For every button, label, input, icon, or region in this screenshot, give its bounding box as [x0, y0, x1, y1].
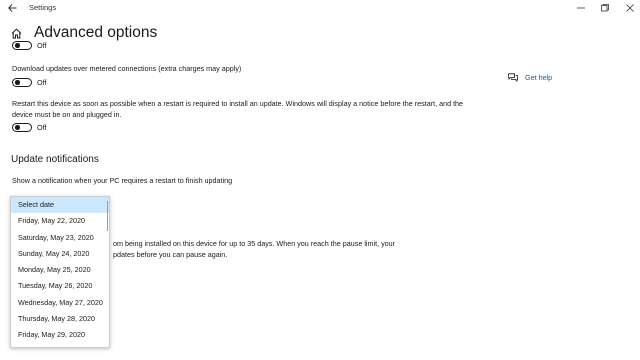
restart-toggle-row: Off: [12, 123, 46, 132]
dropdown-option[interactable]: Friday, May 29, 2020: [11, 327, 109, 343]
dropdown-option[interactable]: Select date: [11, 197, 109, 214]
page-title: Advanced options: [34, 24, 158, 41]
update-notifications-heading: Update notifications: [11, 154, 99, 165]
back-arrow-icon[interactable]: [4, 1, 20, 15]
title-bar: Settings: [0, 0, 640, 16]
metered-toggle-state: Off: [37, 78, 47, 87]
restart-toggle-state: Off: [37, 123, 47, 132]
pause-date-dropdown[interactable]: Select date Friday, May 22, 2020 Saturda…: [10, 196, 110, 348]
dropdown-option[interactable]: Monday, May 25, 2020: [11, 262, 109, 278]
metered-toggle-row: Off: [12, 78, 46, 87]
pause-description-line2: pdates before you can pause again.: [113, 250, 228, 259]
previous-setting-toggle-row: Off: [12, 41, 46, 50]
get-help-label: Get help: [525, 73, 553, 82]
home-icon[interactable]: [10, 27, 22, 39]
chat-bubble-icon: [508, 73, 518, 82]
restart-label-line1: Restart this device as soon as possible …: [12, 99, 464, 108]
close-icon[interactable]: [617, 0, 640, 16]
dropdown-option[interactable]: Tuesday, May 26, 2020: [11, 278, 109, 294]
pause-updates-description: om being installed on this device for up…: [113, 238, 395, 260]
dropdown-option[interactable]: Friday, May 22, 2020: [11, 213, 109, 229]
previous-setting-state: Off: [37, 41, 47, 50]
dropdown-option[interactable]: Sunday, May 24, 2020: [11, 246, 109, 262]
dropdown-option[interactable]: Thursday, May 28, 2020: [11, 311, 109, 327]
dropdown-option[interactable]: Wednesday, May 27, 2020: [11, 295, 109, 311]
dropdown-option[interactable]: Saturday, May 23, 2020: [11, 230, 109, 246]
restart-notification-label: Show a notification when your PC require…: [12, 176, 233, 185]
dropdown-scrollbar[interactable]: [106, 201, 108, 231]
app-title: Settings: [29, 3, 57, 12]
previous-setting-toggle[interactable]: [12, 41, 32, 50]
restart-setting-label: Restart this device as soon as possible …: [12, 98, 502, 120]
metered-toggle[interactable]: [12, 78, 32, 87]
pause-description-line1: om being installed on this device for up…: [113, 239, 396, 248]
maximize-icon[interactable]: [592, 0, 618, 16]
restart-toggle[interactable]: [12, 123, 32, 132]
minimize-icon[interactable]: [568, 0, 594, 16]
metered-setting-label: Download updates over metered connection…: [12, 64, 242, 73]
get-help-link[interactable]: Get help: [508, 73, 552, 82]
restart-label-line2: device must be on and plugged in.: [12, 110, 122, 119]
page-header: Advanced options: [10, 24, 157, 42]
